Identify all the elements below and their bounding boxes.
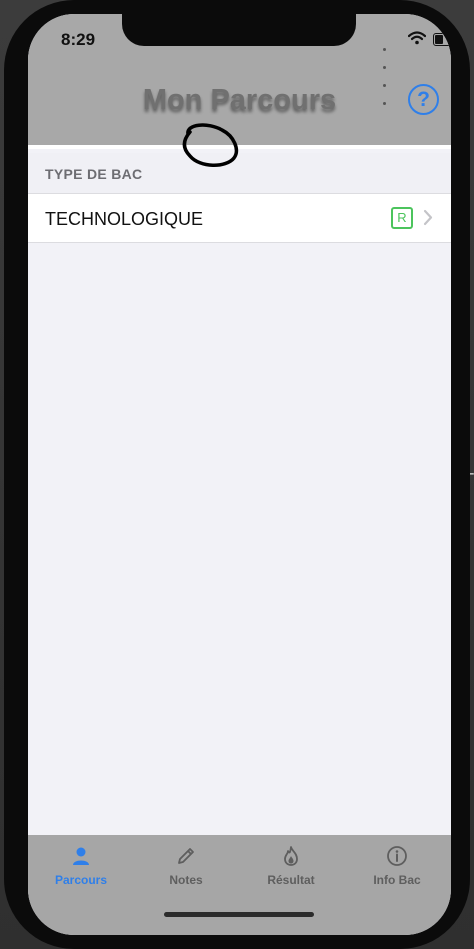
- person-icon: [73, 847, 89, 865]
- home-indicator[interactable]: [164, 912, 314, 917]
- status-badge: R: [391, 207, 413, 229]
- status-time: 8:29: [61, 30, 96, 49]
- battery-icon: [433, 33, 451, 46]
- tab-bar: Parcours Notes Résultat Info Bac: [28, 835, 451, 935]
- phone-frame: 8:29 Mon Parcours ? TYPE DE BAC TECHNOLO…: [4, 0, 470, 949]
- tab-label: Notes: [169, 873, 203, 887]
- help-button[interactable]: ?: [408, 84, 439, 115]
- chevron-right-icon: [423, 209, 433, 226]
- tab-label: Info Bac: [373, 873, 421, 887]
- bac-type-row[interactable]: TECHNOLOGIQUE R: [28, 194, 451, 243]
- tab-resultat[interactable]: Résultat: [241, 845, 341, 887]
- phone-screen: 8:29 Mon Parcours ? TYPE DE BAC TECHNOLO…: [28, 14, 451, 935]
- scribble-annotation: [182, 123, 239, 167]
- tab-info-bac[interactable]: Info Bac: [347, 845, 447, 887]
- pencil-icon: [178, 848, 194, 864]
- flame-icon: [284, 846, 298, 866]
- tab-label: Résultat: [267, 873, 315, 887]
- tab-parcours[interactable]: Parcours: [31, 845, 131, 887]
- wifi-icon: [408, 31, 426, 45]
- device-notch: [122, 14, 356, 46]
- row-label: TECHNOLOGIQUE: [45, 209, 204, 229]
- info-icon: [387, 846, 407, 866]
- section-label: TYPE DE BAC: [45, 166, 143, 182]
- tab-label: Parcours: [54, 873, 108, 887]
- page-title: Mon Parcours: [142, 84, 337, 116]
- tab-notes[interactable]: Notes: [136, 845, 236, 887]
